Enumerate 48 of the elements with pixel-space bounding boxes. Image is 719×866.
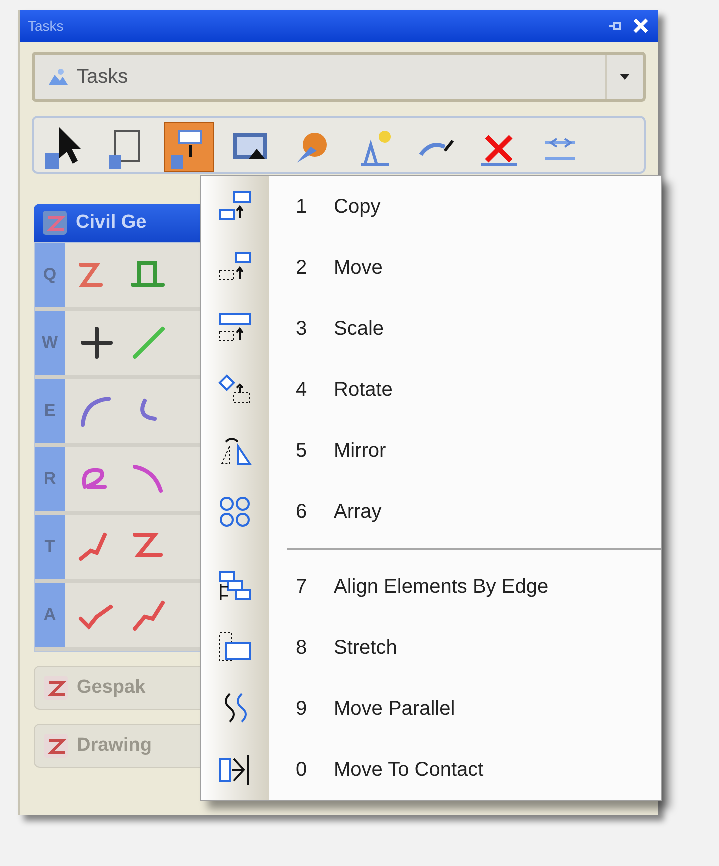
menu-item-icon <box>218 752 252 786</box>
menu-item-label: Rotate <box>334 378 393 402</box>
group-label: Drawing <box>77 734 152 758</box>
shortcut-number: 2 <box>296 256 308 280</box>
shortcut-number: 8 <box>296 636 308 660</box>
shortcut-number: 0 <box>296 758 308 782</box>
menu-item-icon <box>218 630 252 664</box>
tasks-icon <box>47 67 69 87</box>
shortcut-number: 5 <box>296 438 308 464</box>
shortcut-key: T <box>35 515 65 579</box>
menu-item[interactable]: 7 Align Elements By Edge <box>201 556 661 617</box>
shortcut-number: 9 <box>296 696 308 722</box>
menu-item-label: Mirror <box>334 438 386 464</box>
shortcut-key: Q <box>35 243 65 307</box>
menu-item-icon <box>218 372 252 406</box>
menu-item-label: Move <box>334 256 383 280</box>
close-icon[interactable] <box>632 17 650 35</box>
shortcut-number: 6 <box>296 500 308 524</box>
shortcut-key: E <box>35 379 65 443</box>
shortcut-number: 7 <box>296 574 308 600</box>
menu-item[interactable]: 3 Scale <box>201 298 661 359</box>
dropdown-value: Tasks <box>77 65 128 90</box>
pin-icon[interactable] <box>608 20 624 32</box>
menu-item-label: Align Elements By Edge <box>334 574 549 600</box>
menu-item-label: Stretch <box>334 636 398 660</box>
menu-item-label: Array <box>334 500 382 524</box>
shortcut-number: 3 <box>296 316 308 342</box>
task-dropdown[interactable]: Tasks <box>32 52 646 102</box>
menu-item-label: Move To Contact <box>334 758 484 782</box>
group-icon <box>43 733 69 759</box>
group-label: Civil Ge <box>76 210 147 235</box>
group-label: Gespak <box>77 676 146 700</box>
menu-item[interactable]: 6 Array <box>201 481 661 542</box>
group-icon <box>42 210 68 236</box>
menu-item-label: Copy <box>334 194 381 220</box>
menu-item-label: Scale <box>334 316 384 342</box>
menu-item-label: Move Parallel <box>334 696 456 722</box>
shortcut-key: R <box>35 447 65 511</box>
window-title: Tasks <box>28 16 64 36</box>
shortcut-number: 4 <box>296 378 308 402</box>
menu-item-icon <box>218 494 252 528</box>
shortcut-key: A <box>35 583 65 647</box>
caret-icon <box>619 73 631 81</box>
menu-item[interactable]: 4 Rotate <box>201 359 661 420</box>
shortcut-number: 1 <box>296 194 308 220</box>
menu-item[interactable]: 5 Mirror <box>201 420 661 481</box>
shortcut-key: W <box>35 311 65 375</box>
group-icon <box>43 675 69 701</box>
